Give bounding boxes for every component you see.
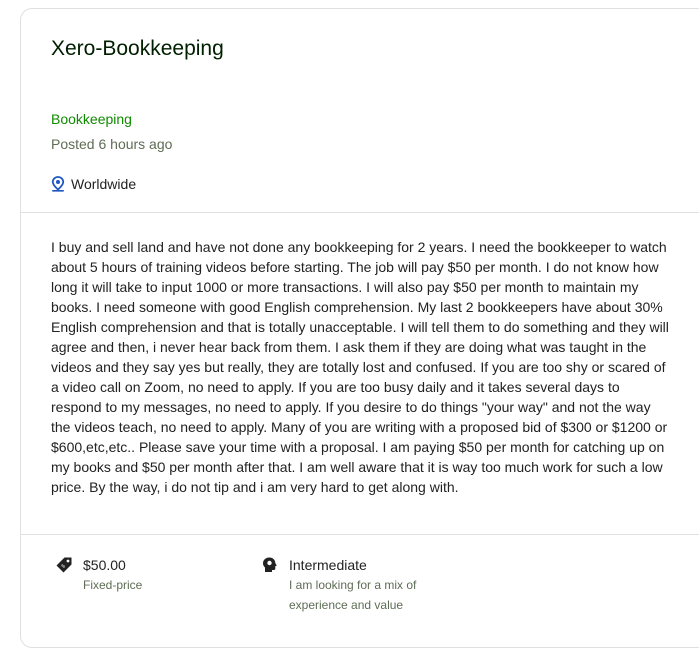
budget-amount: $50.00 — [83, 557, 126, 573]
experience-level-info: Intermediate I am looking for a mix of e… — [289, 555, 439, 615]
job-location: Worldwide — [51, 174, 690, 194]
experience-level-label: Intermediate — [289, 557, 367, 573]
job-title: Xero-Bookkeeping — [51, 37, 224, 60]
price-tag-icon: $ — [56, 557, 72, 573]
location-label: Worldwide — [71, 176, 137, 192]
experience-level-icon — [263, 557, 277, 572]
job-header: Xero-Bookkeeping Bookkeeping Posted 6 ho… — [21, 9, 699, 213]
budget-info: $50.00 Fixed-price — [83, 555, 142, 595]
job-category-link[interactable]: Bookkeeping — [51, 109, 690, 129]
experience-level-description: I am looking for a mix of experience and… — [289, 578, 417, 612]
posted-time: Posted 6 hours ago — [51, 136, 173, 152]
budget-feature: $ $50.00 Fixed-price — [55, 555, 261, 615]
budget-type: Fixed-price — [83, 578, 143, 592]
experience-level-feature: Intermediate I am looking for a mix of e… — [261, 555, 439, 615]
location-pin-icon — [51, 176, 65, 192]
job-features: $ $50.00 Fixed-price Intermediate I am l… — [21, 535, 699, 615]
job-details-card: Xero-Bookkeeping Bookkeeping Posted 6 ho… — [20, 8, 699, 648]
job-description: I buy and sell land and have not done an… — [21, 213, 699, 535]
